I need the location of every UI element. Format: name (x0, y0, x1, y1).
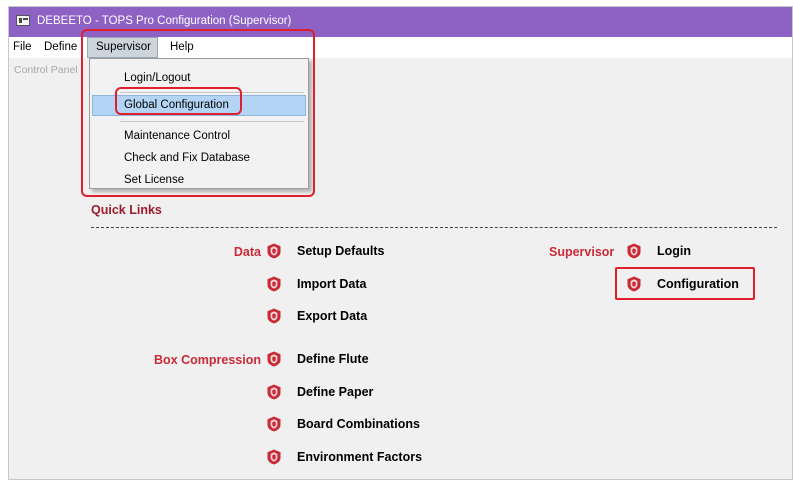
link-label: Setup Defaults (297, 244, 385, 258)
red-shield-emblem-icon (267, 384, 281, 400)
control-panel-tab[interactable]: Control Panel (14, 64, 78, 76)
menu-define[interactable]: Define (44, 41, 84, 53)
callout-global-configuration (115, 87, 242, 115)
link-define-flute[interactable]: Define Flute (267, 348, 369, 370)
group-label-data: Data (233, 245, 261, 259)
group-label-box-compression: Box Compression (154, 353, 261, 367)
link-label: Define Paper (297, 385, 374, 399)
app-icon (16, 15, 30, 26)
red-shield-emblem-icon (267, 276, 281, 292)
link-label: Export Data (297, 309, 368, 323)
link-define-paper[interactable]: Define Paper (267, 381, 373, 403)
quick-links-divider (91, 227, 777, 228)
menu-file[interactable]: File (13, 41, 32, 53)
quick-links-header: Quick Links (91, 203, 162, 217)
link-label: Define Flute (297, 352, 369, 366)
app-window: DEBEETO - TOPS Pro Configuration (Superv… (8, 6, 793, 480)
link-label: Login (657, 244, 692, 258)
link-export-data[interactable]: Export Data (267, 305, 367, 327)
red-shield-emblem-icon (627, 243, 641, 259)
red-shield-emblem-icon (267, 449, 281, 465)
link-board-combinations[interactable]: Board Combinations (267, 413, 420, 435)
link-import-data[interactable]: Import Data (267, 273, 366, 295)
red-shield-emblem-icon (267, 308, 281, 324)
link-environment-factors[interactable]: Environment Factors (267, 446, 422, 468)
link-label: Import Data (297, 277, 367, 291)
red-shield-emblem-icon (267, 416, 281, 432)
link-label: Board Combinations (297, 417, 420, 431)
group-label-supervisor: Supervisor (549, 245, 615, 259)
link-login[interactable]: Login (627, 240, 691, 262)
link-label: Environment Factors (297, 450, 423, 464)
callout-configuration-link (615, 267, 755, 300)
window-title: DEBEETO - TOPS Pro Configuration (Superv… (37, 15, 292, 27)
red-shield-emblem-icon (267, 243, 281, 259)
red-shield-emblem-icon (267, 351, 281, 367)
link-setup-defaults[interactable]: Setup Defaults (267, 240, 385, 262)
